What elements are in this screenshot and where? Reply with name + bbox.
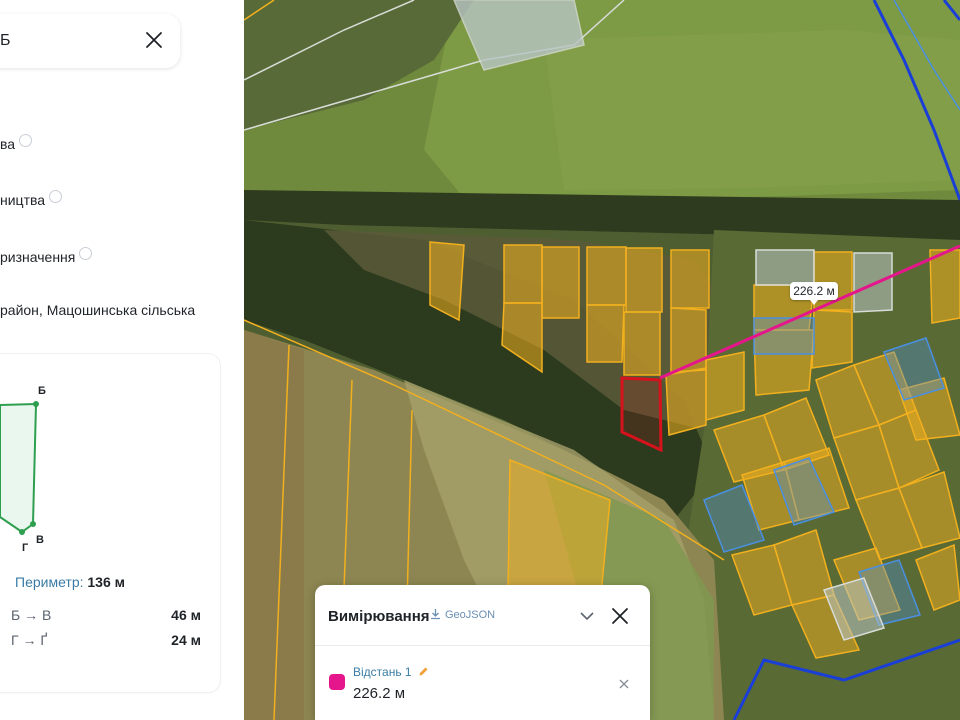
info-line-2: ництва xyxy=(0,190,63,208)
perimeter: Периметр: 136 м xyxy=(15,574,125,590)
divider xyxy=(315,645,650,646)
info-line-1: ва xyxy=(0,134,33,152)
info-text: ництва xyxy=(0,192,46,208)
info-line-3: ризначення xyxy=(0,247,93,265)
edit-pencil-icon[interactable] xyxy=(418,666,429,677)
measurement-title: Вимірювання xyxy=(328,608,430,625)
distance-label: 226.2 м xyxy=(790,282,838,305)
search-query[interactable]: Б xyxy=(0,32,11,50)
vertex-label-v: В xyxy=(36,534,44,546)
close-icon[interactable] xyxy=(142,28,166,52)
delete-measurement-icon[interactable] xyxy=(617,677,631,691)
chevron-down-icon[interactable] xyxy=(578,607,596,625)
side-label: Б → В xyxy=(11,607,52,623)
measurement-color-swatch[interactable] xyxy=(329,674,345,690)
perimeter-value: 136 м xyxy=(87,574,125,590)
info-text: ризначення xyxy=(0,249,76,265)
vertex-label-g: Г xyxy=(22,542,29,554)
measurement-item-value: 226.2 м xyxy=(353,685,406,702)
geojson-export-button[interactable]: GeoJSON xyxy=(430,608,495,621)
info-text: ва xyxy=(0,136,16,152)
measurement-item-name: Відстань 1 xyxy=(353,665,429,679)
parcel-shape-diagram: Б Г В xyxy=(0,385,46,554)
perimeter-label: Периметр: xyxy=(15,574,84,590)
measurement-name-text: Відстань 1 xyxy=(353,665,412,679)
vertex-v-dot xyxy=(30,521,36,527)
parcel-polygon xyxy=(0,402,38,534)
side-label: Г → Ґ xyxy=(11,632,48,648)
side-value: 46 м xyxy=(171,607,201,623)
info-line-4: район, Мацошинська сільська xyxy=(0,302,195,318)
vertex-b-dot xyxy=(33,401,39,407)
parcel-info-panel: Б ва ництва ризначення район, Мацошинськ… xyxy=(0,0,244,720)
geojson-label: GeoJSON xyxy=(445,609,496,621)
measurement-panel: Вимірювання GeoJSON Відстань 1 226.2 м xyxy=(315,585,650,720)
info-text: район, Мацошинська сільська xyxy=(0,302,196,318)
side-value: 24 м xyxy=(171,632,201,648)
download-icon xyxy=(431,609,440,620)
info-icon[interactable] xyxy=(19,134,33,147)
vertex-g-dot xyxy=(19,529,25,535)
info-icon[interactable] xyxy=(49,190,63,203)
info-icon[interactable] xyxy=(79,247,93,260)
vertex-label-b: Б xyxy=(38,385,46,397)
close-icon[interactable] xyxy=(609,605,631,627)
